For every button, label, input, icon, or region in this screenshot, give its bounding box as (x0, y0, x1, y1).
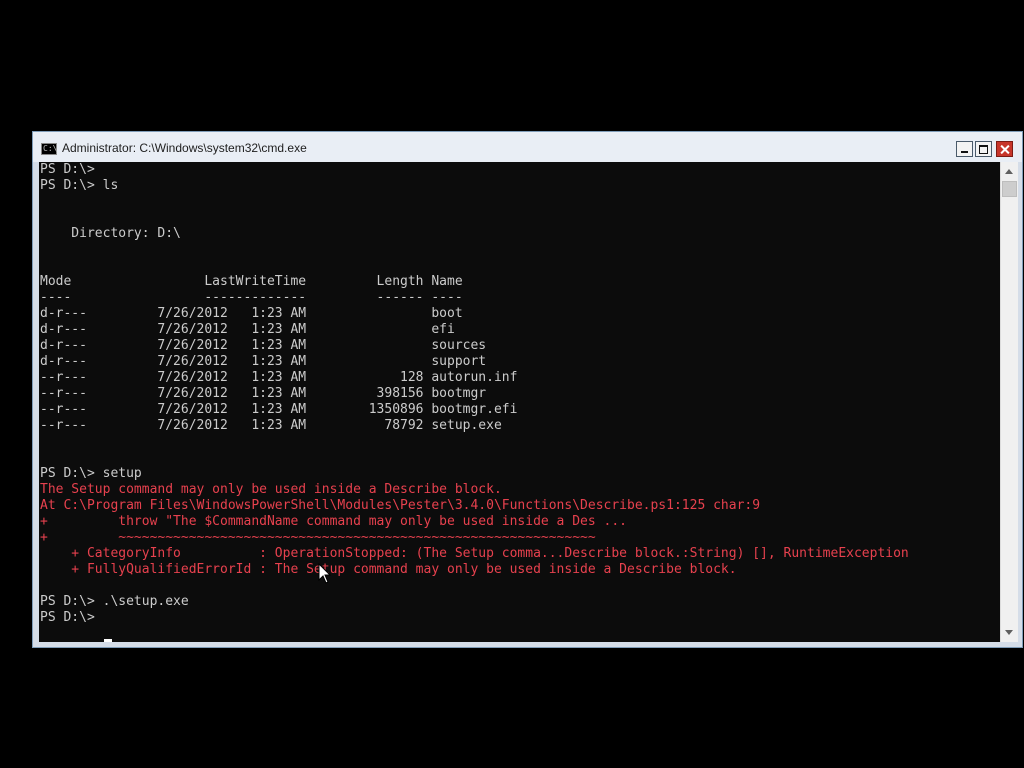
text-cursor (104, 639, 112, 642)
console-line: d-r--- 7/26/2012 1:23 AM sources (40, 338, 487, 353)
scroll-thumb[interactable] (1002, 181, 1017, 197)
console-line: --r--- 7/26/2012 1:23 AM 398156 bootmgr (40, 386, 487, 401)
console-line: ---- ------------- ------ ---- (40, 290, 463, 305)
console-line: PS D:\> (40, 610, 103, 625)
console-line: --r--- 7/26/2012 1:23 AM 128 autorun.inf (40, 370, 518, 385)
console-icon-glyph: C:\ (43, 144, 58, 153)
console-line: --r--- 7/26/2012 1:23 AM 1350896 bootmgr… (40, 402, 518, 417)
console-line: At C:\Program Files\WindowsPowerShell\Mo… (40, 498, 761, 513)
mouse-pointer-icon (318, 563, 332, 584)
title-bar[interactable]: C:\ Administrator: C:\Windows\system32\c… (33, 132, 1022, 162)
scroll-down-arrow-icon[interactable] (1001, 624, 1018, 640)
console-line: d-r--- 7/26/2012 1:23 AM boot (40, 306, 463, 321)
console-line: Mode LastWriteTime Length Name (40, 274, 463, 289)
minimize-button[interactable] (956, 141, 973, 157)
console-window: C:\ Administrator: C:\Windows\system32\c… (32, 131, 1023, 648)
console-line: PS D:\> (40, 162, 95, 177)
console-line: Directory: D:\ (40, 226, 181, 241)
console-icon[interactable]: C:\ (41, 143, 57, 155)
console-line: + throw "The $CommandName command may on… (40, 514, 627, 529)
window-title: Administrator: C:\Windows\system32\cmd.e… (62, 141, 307, 155)
console-line: PS D:\> ls (40, 178, 119, 193)
console-line: PS D:\> .\setup.exe (40, 594, 189, 609)
console-line: + ~~~~~~~~~~~~~~~~~~~~~~~~~~~~~~~~~~~~~~… (40, 530, 596, 545)
console-line: + CategoryInfo : OperationStopped: (The … (40, 546, 909, 561)
console-line: d-r--- 7/26/2012 1:23 AM efi (40, 322, 455, 337)
close-button[interactable] (996, 141, 1013, 157)
vertical-scrollbar[interactable] (1000, 162, 1018, 642)
maximize-button[interactable] (975, 141, 992, 157)
console-line: + FullyQualifiedErrorId : The Setup comm… (40, 562, 737, 577)
console-line: The Setup command may only be used insid… (40, 482, 502, 497)
scroll-up-arrow-icon[interactable] (1001, 164, 1018, 180)
console-output[interactable]: PS D:\> PS D:\> ls Directory: D:\ Mode Las… (39, 162, 1000, 642)
console-line: --r--- 7/26/2012 1:23 AM 78792 setup.exe (40, 418, 502, 433)
console-line: d-r--- 7/26/2012 1:23 AM support (40, 354, 487, 369)
console-line: PS D:\> setup (40, 466, 142, 481)
